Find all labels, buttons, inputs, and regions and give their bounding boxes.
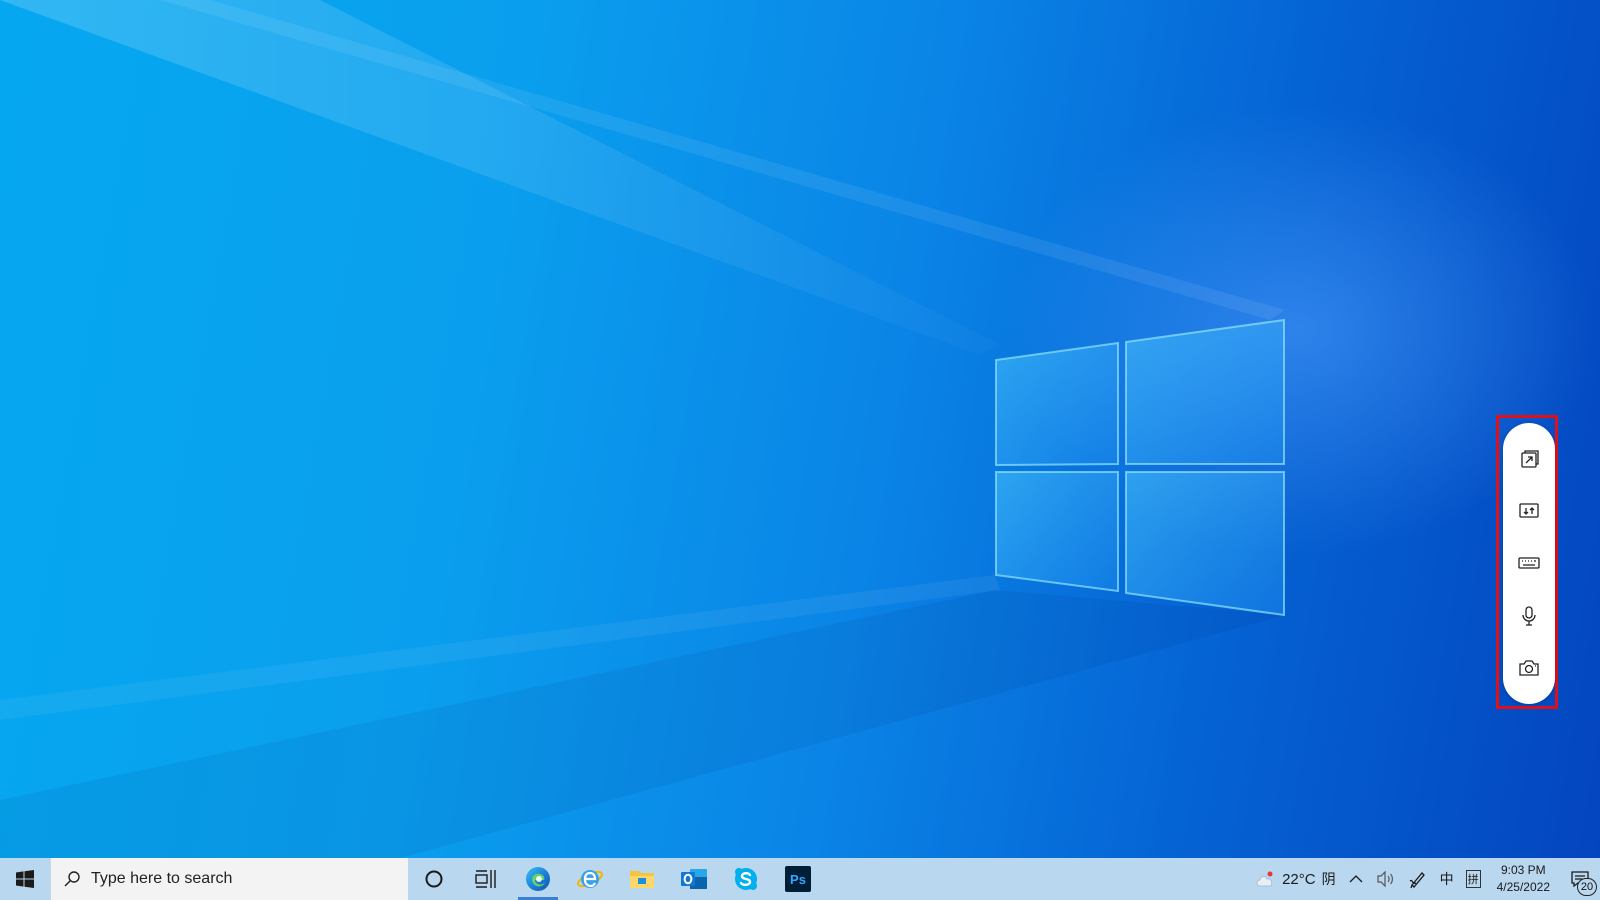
- system-tray: 22°C 阴 中 拼 9:03 PM 4/25/2022 20: [1248, 858, 1600, 900]
- weather-widget[interactable]: 22°C 阴: [1248, 858, 1342, 900]
- open-window-icon: [1521, 450, 1539, 468]
- start-button[interactable]: [0, 858, 50, 900]
- photoshop-app-button[interactable]: Ps: [772, 858, 824, 900]
- show-hidden-icons-button[interactable]: [1342, 858, 1370, 900]
- floating-toolbar: [1503, 423, 1555, 704]
- desktop[interactable]: [0, 0, 1600, 858]
- microphone-button[interactable]: [1511, 598, 1547, 634]
- edge-icon: [526, 867, 550, 891]
- photoshop-label: Ps: [790, 872, 806, 887]
- notification-count-badge: 20: [1577, 878, 1597, 896]
- volume-button[interactable]: [1370, 858, 1402, 900]
- windows-logo-wallpaper: [995, 318, 1285, 617]
- cloudy-weather-icon: [1256, 871, 1273, 887]
- ime-layout-label: 拼: [1465, 870, 1481, 888]
- task-view-button[interactable]: [460, 858, 512, 900]
- keyboard-button[interactable]: [1511, 545, 1547, 581]
- search-box[interactable]: Type here to search: [50, 858, 408, 900]
- weather-temperature: 22°C: [1282, 870, 1316, 888]
- internet-explorer-app-button[interactable]: [564, 858, 616, 900]
- microphone-icon: [1522, 606, 1536, 626]
- clock-time: 9:03 PM: [1500, 863, 1546, 877]
- pen-workspace-button[interactable]: [1402, 858, 1434, 900]
- outlook-icon: [681, 869, 707, 889]
- screen-share-button[interactable]: [1511, 493, 1547, 529]
- clock[interactable]: 9:03 PM 4/25/2022: [1487, 862, 1560, 896]
- windows-start-icon: [16, 870, 34, 888]
- pen-icon: [1409, 872, 1425, 889]
- chevron-up-icon: [1349, 875, 1363, 883]
- camera-icon: [1519, 660, 1539, 676]
- cortana-icon: [425, 870, 443, 888]
- file-explorer-icon: [630, 871, 654, 888]
- ime-mode-button[interactable]: 中: [1434, 858, 1460, 900]
- task-view-icon: [475, 870, 496, 888]
- internet-explorer-icon: [577, 870, 603, 888]
- keyboard-icon: [1518, 557, 1540, 570]
- action-center-button[interactable]: 20: [1560, 858, 1600, 900]
- clock-date: 4/25/2022: [1496, 880, 1550, 894]
- outlook-app-button[interactable]: [668, 858, 720, 900]
- photoshop-icon: Ps: [785, 866, 811, 892]
- cortana-button[interactable]: [408, 858, 460, 900]
- ime-layout-button[interactable]: 拼: [1460, 858, 1487, 900]
- open-window-button[interactable]: [1511, 441, 1547, 477]
- weather-condition: 阴: [1321, 871, 1336, 887]
- edge-app-button[interactable]: [512, 858, 564, 900]
- search-placeholder: Type here to search: [91, 870, 233, 887]
- skype-app-button[interactable]: [720, 858, 772, 900]
- search-icon: [63, 870, 81, 888]
- volume-icon: [1377, 870, 1393, 888]
- file-explorer-app-button[interactable]: [616, 858, 668, 900]
- skype-icon: [735, 868, 757, 890]
- camera-button[interactable]: [1511, 650, 1547, 686]
- screen-share-icon: [1519, 503, 1539, 518]
- taskbar: Type here to search Ps 22°C 阴 中 拼 9:03 P…: [0, 858, 1600, 900]
